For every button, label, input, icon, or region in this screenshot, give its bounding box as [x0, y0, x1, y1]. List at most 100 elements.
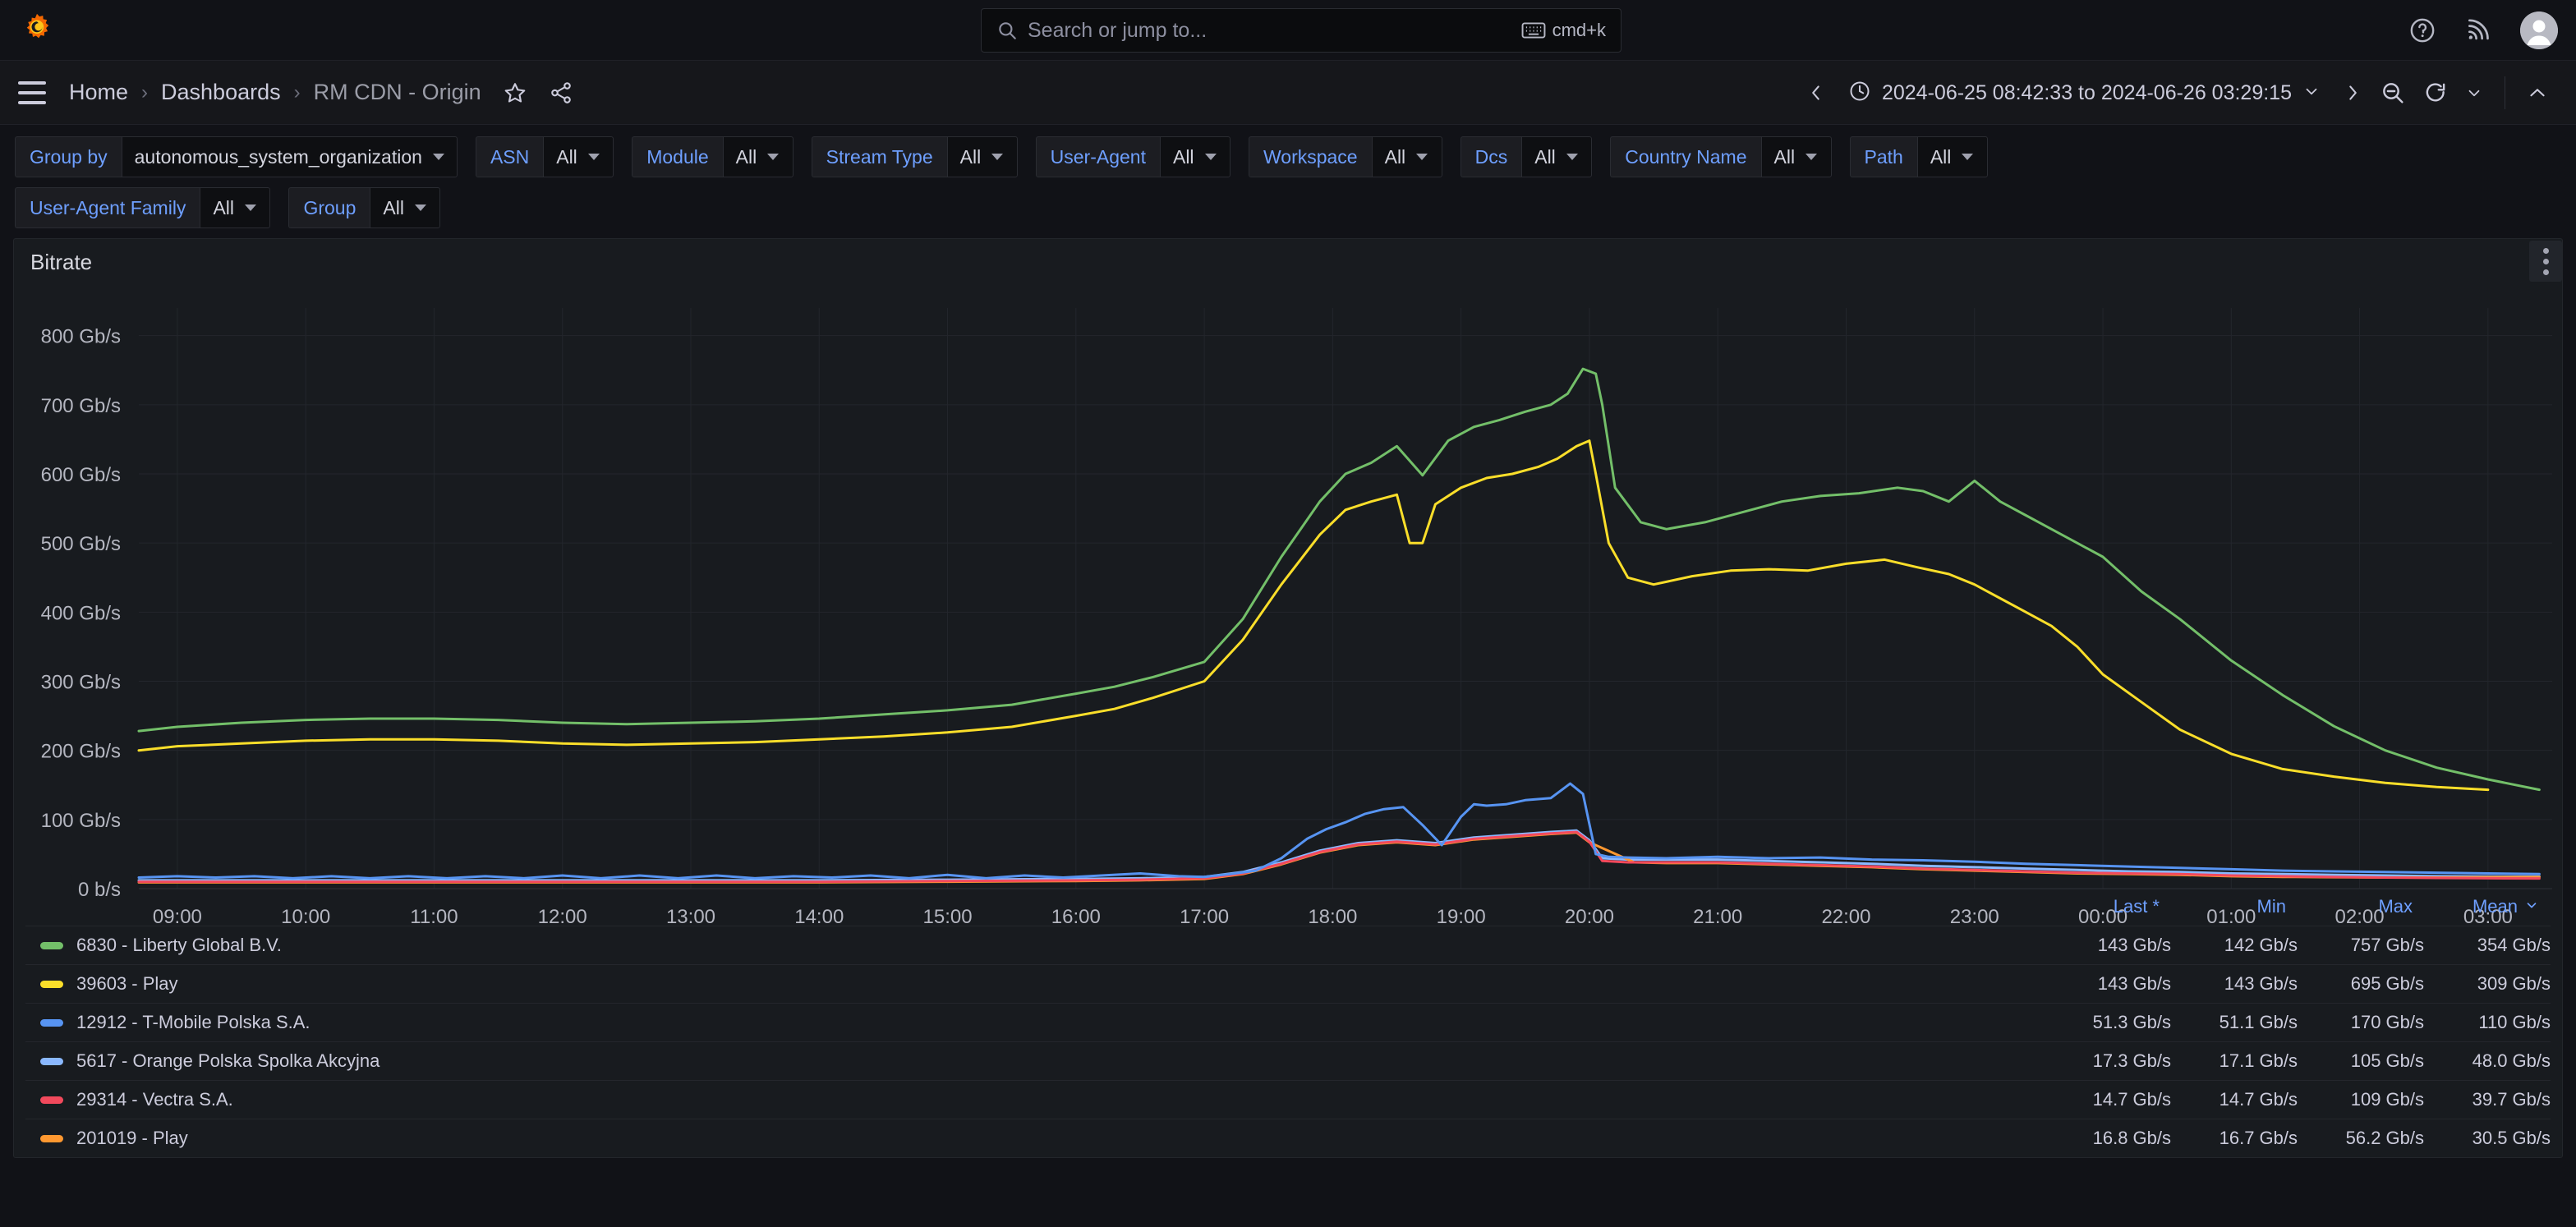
time-controls: 2024-06-25 08:42:33 to 2024-06-26 03:29:… — [1797, 61, 2556, 125]
legend-column-header-max[interactable]: Max — [2286, 896, 2413, 917]
variable-path: Path All — [1849, 136, 1988, 177]
collapse-toolbar-chevron-up-icon[interactable] — [2518, 73, 2556, 113]
legend-series-name[interactable]: 6830 - Liberty Global B.V. — [76, 935, 2045, 956]
variable-label-workspace[interactable]: Workspace — [1248, 136, 1372, 177]
chevron-down-icon — [767, 154, 780, 160]
variable-value-stream-type: All — [959, 145, 982, 168]
variable-label-user-agent[interactable]: User-Agent — [1035, 136, 1160, 177]
star-outline-icon[interactable] — [503, 80, 527, 105]
variable-select-workspace[interactable]: All — [1371, 136, 1442, 177]
variable-workspace: Workspace All — [1248, 136, 1442, 177]
table-row[interactable]: 5617 - Orange Polska Spolka Akcyjna 17.3 … — [25, 1041, 2551, 1080]
legend-column-label: Max — [2378, 896, 2413, 917]
variable-group: Group All — [288, 187, 441, 228]
top-nav-actions — [2408, 0, 2558, 61]
chevron-down-icon — [245, 204, 256, 211]
legend-column-label: Last * — [2113, 896, 2160, 917]
table-row[interactable]: 29314 - Vectra S.A. 14.7 Gb/s 14.7 Gb/s 109… — [25, 1080, 2551, 1119]
legend-series-color-swatch[interactable] — [40, 941, 63, 949]
breadcrumb-item-home[interactable]: Home — [69, 80, 128, 105]
refresh-interval-caret-icon[interactable] — [2457, 73, 2491, 113]
legend-column-label: Min — [2256, 896, 2286, 917]
variable-label-country-name[interactable]: Country Name — [1610, 136, 1761, 177]
variable-select-user-agent-family[interactable]: All — [200, 187, 271, 228]
hamburger-menu-icon[interactable] — [18, 80, 46, 104]
variable-select-group-by[interactable]: autonomous_system_organization — [121, 136, 458, 177]
chevron-down-icon — [587, 154, 600, 160]
time-range-picker[interactable]: 2024-06-25 08:42:33 to 2024-06-26 03:29:… — [1835, 71, 2334, 114]
variable-label-stream-type[interactable]: Stream Type — [811, 136, 947, 177]
variable-value-group: All — [383, 196, 404, 218]
refresh-icon[interactable] — [2414, 73, 2457, 113]
variable-value-workspace: All — [1384, 145, 1406, 168]
table-row[interactable]: 201019 - Play 16.8 Gb/s 16.7 Gb/s 56.2 Gb/s… — [25, 1119, 2551, 1157]
time-next-button[interactable] — [2334, 73, 2371, 113]
zoom-out-icon[interactable] — [2371, 73, 2414, 113]
legend-value-mean: 354 Gb/s — [2477, 935, 2551, 955]
time-prev-button[interactable] — [1797, 73, 1835, 113]
variable-select-stream-type[interactable]: All — [946, 136, 1018, 177]
panel-menu-kebab-icon[interactable] — [2529, 241, 2562, 282]
legend-series-color-swatch[interactable] — [40, 1134, 63, 1142]
legend-value-mean: 48.0 Gb/s — [2472, 1050, 2551, 1071]
variable-label-module[interactable]: Module — [632, 136, 723, 177]
y-axis-tick-label: 300 Gb/s — [41, 672, 121, 694]
variable-label-user-agent-family[interactable]: User-Agent Family — [15, 187, 200, 228]
variable-select-country-name[interactable]: All — [1760, 136, 1832, 177]
help-circle-icon[interactable] — [2408, 16, 2436, 44]
chevron-down-icon — [991, 154, 1004, 160]
variable-select-asn[interactable]: All — [543, 136, 614, 177]
top-navigation-bar: Search or jump to... cmd+k — [0, 0, 2576, 61]
legend-series-color-swatch[interactable] — [40, 980, 63, 988]
variable-label-group[interactable]: Group — [288, 187, 370, 228]
legend-value-min: 17.1 Gb/s — [2219, 1050, 2298, 1071]
legend-value-last: 143 Gb/s — [2097, 973, 2171, 994]
chevron-down-icon — [1204, 154, 1217, 160]
series-line-12912-t-mobile-polska-s-a — [137, 782, 2541, 880]
legend-column-header-min[interactable]: Min — [2160, 896, 2286, 917]
variable-value-path: All — [1930, 145, 1952, 168]
grafana-logo-icon[interactable] — [18, 11, 56, 49]
legend-series-name[interactable]: 12912 - T-Mobile Polska S.A. — [76, 1012, 2045, 1033]
search-shortcut-label: cmd+k — [1552, 20, 1606, 40]
legend-series-name[interactable]: 29314 - Vectra S.A. — [76, 1089, 2045, 1110]
variable-select-group[interactable]: All — [370, 187, 441, 228]
variable-group-by: Group by autonomous_system_organization — [15, 136, 458, 177]
y-axis-tick-label: 100 Gb/s — [41, 810, 121, 832]
legend-series-name[interactable]: 5617 - Orange Polska Spolka Akcyjna — [76, 1050, 2045, 1072]
legend-column-header-last[interactable]: Last * — [2033, 896, 2160, 917]
rss-news-icon[interactable] — [2464, 16, 2492, 44]
variable-value-asn: All — [556, 145, 577, 168]
variable-select-user-agent[interactable]: All — [1159, 136, 1230, 177]
legend-value-max: 695 Gb/s — [2350, 973, 2424, 994]
variable-label-path[interactable]: Path — [1849, 136, 1917, 177]
share-nodes-icon[interactable] — [549, 80, 573, 105]
chevron-down-icon — [432, 154, 444, 160]
variable-label-dcs[interactable]: Dcs — [1460, 136, 1522, 177]
legend-series-color-swatch[interactable] — [40, 1018, 63, 1027]
table-row[interactable]: 39603 - Play 143 Gb/s 143 Gb/s 695 Gb/s 309 … — [25, 964, 2551, 1003]
variable-select-path[interactable]: All — [1916, 136, 1988, 177]
breadcrumb-item-dashboards[interactable]: Dashboards — [161, 80, 281, 105]
variable-label-group-by[interactable]: Group by — [15, 136, 122, 177]
legend-column-header-mean[interactable]: Mean — [2413, 896, 2539, 917]
global-search-box[interactable]: Search or jump to... cmd+k — [981, 8, 1622, 53]
table-row[interactable]: 12912 - T-Mobile Polska S.A. 51.3 Gb/s 51.… — [25, 1003, 2551, 1041]
series-line-29314-vectra-s-a — [137, 830, 2541, 884]
legend-series-color-swatch[interactable] — [40, 1096, 63, 1104]
variable-value-group-by: autonomous_system_organization — [134, 145, 422, 168]
breadcrumb-separator: › — [141, 80, 149, 103]
legend-series-color-swatch[interactable] — [40, 1057, 63, 1065]
variable-select-dcs[interactable]: All — [1521, 136, 1593, 177]
variable-label-asn[interactable]: ASN — [475, 136, 544, 177]
page-title: Bitrate — [30, 249, 93, 274]
table-row[interactable]: 6830 - Liberty Global B.V. 143 Gb/s 142 Gb… — [25, 926, 2551, 964]
y-axis-tick-label: 800 Gb/s — [41, 326, 121, 348]
legend-series-name[interactable]: 201019 - Play — [76, 1128, 2045, 1149]
variable-select-module[interactable]: All — [722, 136, 794, 177]
legend-value-last: 17.3 Gb/s — [2092, 1050, 2171, 1071]
legend-series-name[interactable]: 39603 - Play — [76, 973, 2045, 995]
user-avatar-icon[interactable] — [2520, 11, 2558, 49]
legend-column-label: Mean — [2472, 896, 2518, 917]
chevron-down-icon — [1416, 154, 1428, 160]
